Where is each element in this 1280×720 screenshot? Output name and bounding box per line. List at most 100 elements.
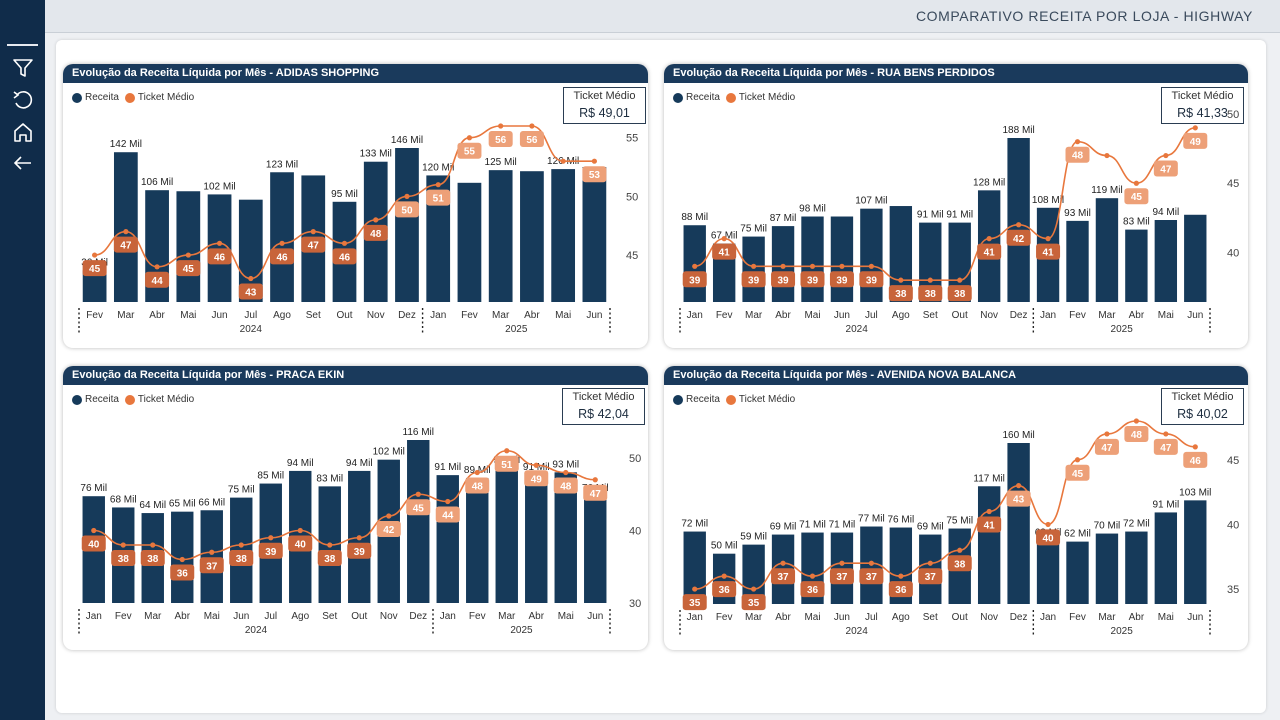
bar-data-label: 117 Mil xyxy=(973,473,1005,484)
bar-receita xyxy=(495,468,518,603)
ticket-data-label: 48 xyxy=(472,482,484,493)
bar-data-label: 65 Mil xyxy=(169,499,196,510)
bar-data-label: 108 Mil xyxy=(1032,195,1064,206)
bar-data-label: 94 Mil xyxy=(346,458,373,469)
ticket-data-label: 47 xyxy=(590,489,602,500)
report-title: COMPARATIVO RECEITA POR LOJA - HIGHWAY xyxy=(915,8,1253,24)
x-tick-label: Jan xyxy=(86,611,102,622)
ticket-data-label: 40 xyxy=(88,540,100,551)
ticket-data-label: 37 xyxy=(925,572,937,583)
line-point xyxy=(809,263,816,269)
bar-receita xyxy=(1125,531,1148,604)
ticket-data-label: 49 xyxy=(1190,137,1202,148)
bar-data-label: 75 Mil xyxy=(740,224,767,235)
x-tick-label: Set xyxy=(322,611,337,622)
reset-icon[interactable] xyxy=(10,88,36,112)
line-point xyxy=(1016,483,1022,489)
x-tick-label: Mai xyxy=(1158,612,1174,623)
line-point xyxy=(927,560,933,566)
ticket-data-label: 48 xyxy=(560,482,572,493)
line-point xyxy=(474,469,480,476)
x-tick-label: Mai xyxy=(804,612,820,623)
bar-data-label: 62 Mil xyxy=(1064,529,1091,540)
line-point xyxy=(341,240,348,246)
x-tick-label: Abr xyxy=(149,310,165,321)
bar-data-label: 94 Mil xyxy=(1152,207,1179,218)
bar-data-label: 128 Mil xyxy=(973,177,1005,188)
line-ticket-medio xyxy=(694,420,1196,590)
bar-receita xyxy=(801,216,824,302)
line-ticket-medio xyxy=(694,127,1196,281)
ticket-data-label: 46 xyxy=(214,252,226,263)
line-point xyxy=(185,252,191,258)
ticket-data-label: 40 xyxy=(1042,533,1054,544)
x-tick-label: Abr xyxy=(1129,612,1145,623)
bar-receita xyxy=(457,182,482,302)
line-point xyxy=(986,236,992,242)
back-arrow-icon[interactable] xyxy=(10,151,36,175)
line-point xyxy=(721,573,727,579)
x-tick-label: Jun xyxy=(834,310,850,321)
line-point xyxy=(123,229,129,235)
filter-icon[interactable] xyxy=(10,56,36,80)
x-tick-label: Set xyxy=(923,612,938,623)
bar-data-label: 102 Mil xyxy=(203,181,235,192)
x-tick-label: Dez xyxy=(1010,310,1028,321)
x-tick-label: Out xyxy=(336,310,352,321)
bar-data-label: 75 Mil xyxy=(228,485,255,496)
bar-data-label: 94 Mil xyxy=(287,458,314,469)
line-point xyxy=(780,560,786,566)
x-year-label: 2024 xyxy=(846,626,869,637)
ticket-data-label: 47 xyxy=(120,241,132,252)
bar-data-label: 70 Mil xyxy=(1094,521,1121,532)
bar-data-label: 68 Mil xyxy=(110,494,137,505)
ticket-data-label: 37 xyxy=(836,572,848,583)
x-tick-label: Jun xyxy=(211,310,227,321)
bar-data-label: 76 Mil xyxy=(80,483,107,494)
x-tick-label: Out xyxy=(952,310,968,321)
line-point xyxy=(356,535,362,541)
ticket-data-label: 48 xyxy=(370,229,382,240)
bar-data-label: 85 Mil xyxy=(257,471,284,482)
line-point xyxy=(957,547,963,553)
x-tick-label: Mar xyxy=(1098,310,1116,321)
ticket-data-label: 39 xyxy=(866,275,878,286)
x-tick-label: Abr xyxy=(775,310,791,321)
bar-receita xyxy=(977,486,1001,604)
chart-card-praca-ekin: Evolução da Receita Líquida por Mês - PR… xyxy=(63,366,648,650)
ticket-data-label: 38 xyxy=(147,554,159,565)
x-tick-label: Abr xyxy=(1129,310,1145,321)
ticket-data-label: 45 xyxy=(1131,192,1143,203)
x-tick-label: Dez xyxy=(1010,612,1028,623)
x-tick-label: Abr xyxy=(524,310,540,321)
line-point xyxy=(1163,431,1169,437)
bar-receita xyxy=(176,191,201,302)
x-tick-label: Ago xyxy=(892,310,910,321)
line-point xyxy=(809,573,816,579)
bar-data-label: 76 Mil xyxy=(887,515,914,526)
x-tick-label: Fev xyxy=(461,310,478,321)
bar-data-label: 93 Mil xyxy=(552,459,579,470)
ticket-data-label: 41 xyxy=(984,248,996,259)
x-year-label: 2024 xyxy=(846,324,869,335)
x-tick-label: Mar xyxy=(117,310,135,321)
bar-receita xyxy=(1184,500,1207,604)
bar-data-label: 91 Mil xyxy=(946,210,973,221)
y2-tick-label: 50 xyxy=(626,191,638,203)
y2-tick-label: 40 xyxy=(1227,519,1239,531)
line-point xyxy=(839,263,845,269)
ticket-data-label: 36 xyxy=(719,585,731,596)
bar-receita xyxy=(200,510,223,603)
home-icon[interactable] xyxy=(10,120,36,144)
line-point xyxy=(154,264,160,270)
bar-data-label: 160 Mil xyxy=(1002,430,1034,441)
bar-receita xyxy=(1036,540,1060,604)
line-point xyxy=(386,513,392,519)
ticket-data-label: 48 xyxy=(1131,430,1143,441)
ticket-data-label: 47 xyxy=(1160,443,1172,454)
x-tick-label: Abr xyxy=(775,612,791,623)
bar-receita xyxy=(395,148,419,302)
ticket-data-label: 37 xyxy=(866,572,878,583)
y2-tick-label: 40 xyxy=(629,526,641,538)
chart-card-rua-bens-perdidos: Evolução da Receita Líquida por Mês - RU… xyxy=(664,64,1248,348)
